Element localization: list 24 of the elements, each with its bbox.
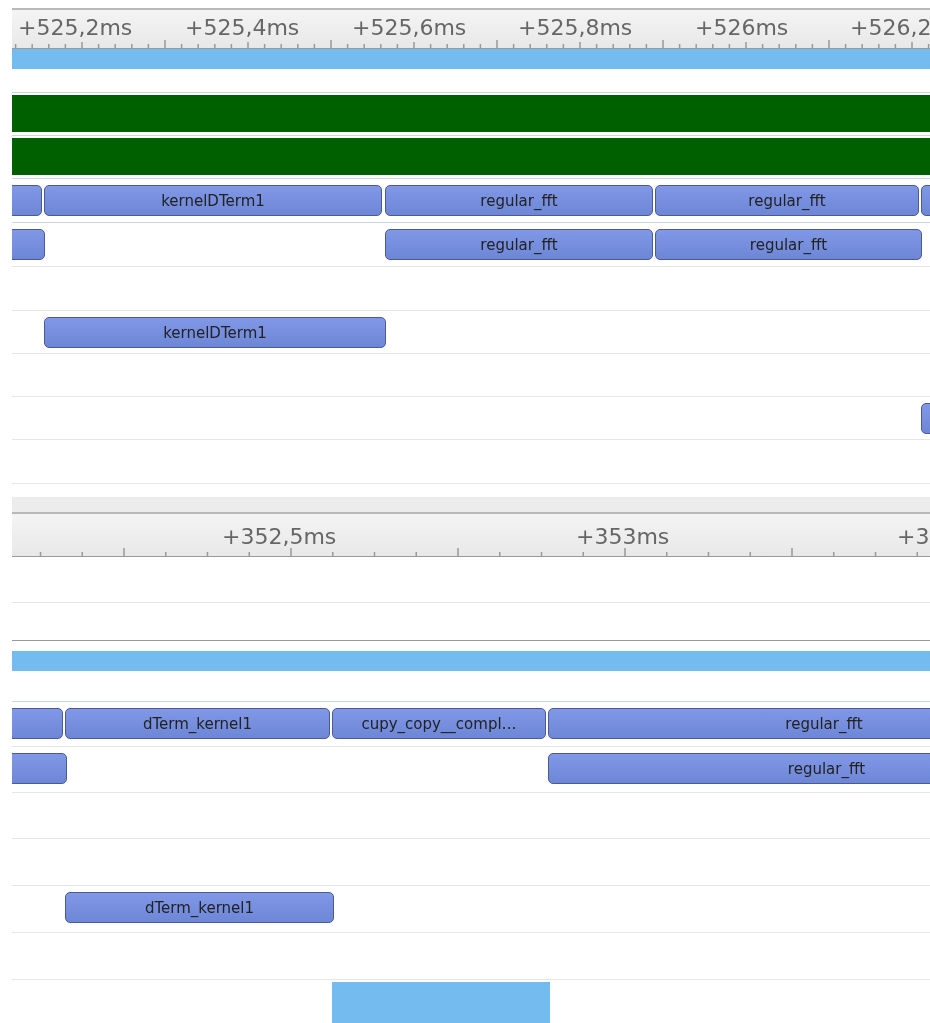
kernel-bar[interactable]: regular_fft xyxy=(548,708,930,739)
kernel-bar[interactable]: dTerm_kernel1 xyxy=(65,892,334,923)
kernel-bar[interactable]: regular_fft xyxy=(655,229,922,260)
kernel-bar[interactable] xyxy=(12,185,42,216)
kernel-bar[interactable]: kernelDTerm1 xyxy=(44,317,386,348)
kernel-bar[interactable]: regular_fft xyxy=(385,229,653,260)
time-label: +525,8ms xyxy=(518,17,633,39)
kernel-bar[interactable]: dTerm_kernel1 xyxy=(65,708,330,739)
time-label: +525,6ms xyxy=(352,17,467,39)
time-label: +525,2ms xyxy=(18,17,133,39)
kernel-bar[interactable]: regular_fft xyxy=(655,185,919,216)
kernel-bar[interactable]: regular_fft xyxy=(385,185,653,216)
kernel-bar[interactable]: regular_fft xyxy=(548,753,930,784)
time-label: +526ms xyxy=(695,17,789,39)
time-label: +3 xyxy=(897,526,930,548)
kernel-bar[interactable] xyxy=(12,708,63,739)
kernel-bar[interactable] xyxy=(12,229,45,260)
time-label: +352,5ms xyxy=(222,526,337,548)
kernel-bar[interactable]: kernelDTerm1 xyxy=(44,185,382,216)
time-label: +525,4ms xyxy=(185,17,300,39)
time-label: +353ms xyxy=(576,526,670,548)
kernel-bar[interactable] xyxy=(12,753,67,784)
kernel-bar[interactable]: cupy_copy__compl… xyxy=(332,708,546,739)
time-label: +526,2 xyxy=(850,17,930,39)
